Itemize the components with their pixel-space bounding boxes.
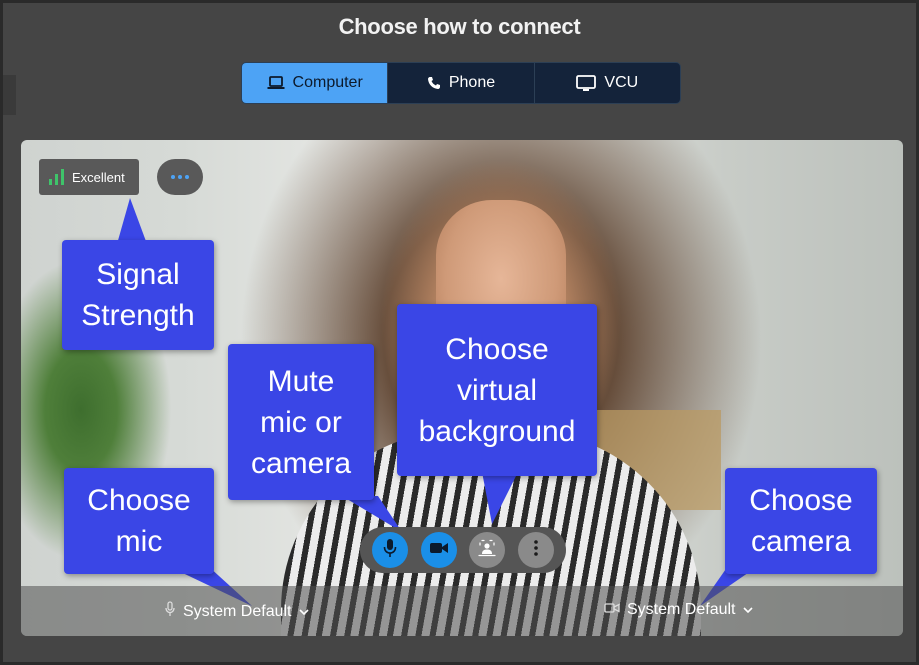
background-sliver <box>0 75 16 115</box>
monitor-icon <box>576 74 597 92</box>
virtual-callout-line3: background <box>418 414 576 448</box>
mic-callout-line1: Choose <box>87 484 191 517</box>
media-control-tray <box>360 527 566 573</box>
page-title: Choose how to connect <box>338 14 581 39</box>
signal-bars-icon <box>49 169 64 185</box>
mic-device-value: System Default <box>183 602 292 620</box>
tab-computer[interactable]: Computer <box>242 63 389 103</box>
laptop-icon <box>267 76 285 90</box>
mute-mic-button[interactable] <box>372 532 409 568</box>
signal-callout-line1: Signal <box>96 258 180 291</box>
mic-device-select[interactable]: System Default <box>164 601 310 622</box>
choose-camera-callout: Choose camera <box>725 468 877 574</box>
camera-device-select[interactable]: System Default <box>604 601 754 619</box>
chevron-down-icon <box>742 601 754 619</box>
virtual-background-icon <box>478 539 496 562</box>
device-selection-bar <box>21 586 903 636</box>
more-dots-icon[interactable] <box>157 159 203 195</box>
microphone-icon <box>383 538 397 563</box>
vertical-dots-icon <box>533 539 539 562</box>
video-camera-icon <box>429 541 449 560</box>
signal-strength-badge[interactable]: Excellent <box>39 159 139 195</box>
camera-icon <box>604 601 620 619</box>
virtual-callout-line1: Choose <box>445 332 549 366</box>
tab-computer-label: Computer <box>292 74 363 91</box>
tab-vcu-label: VCU <box>604 74 639 91</box>
camera-callout-line1: Choose <box>749 484 853 517</box>
mute-callout-line3: camera <box>250 446 352 480</box>
tab-phone[interactable]: Phone <box>388 63 535 103</box>
connection-tabs: Computer Phone VCU <box>241 62 681 104</box>
virtual-background-button[interactable] <box>469 532 506 568</box>
mute-callout-line1: Mute <box>267 364 335 398</box>
mute-callout: Mute mic or camera <box>228 344 374 500</box>
tab-vcu[interactable]: VCU <box>535 63 680 103</box>
signal-strength-callout: Signal Strength <box>62 240 214 350</box>
virtual-callout-tail <box>482 472 518 524</box>
camera-callout-line2: camera <box>750 525 852 558</box>
signal-strength-label: Excellent <box>72 169 125 185</box>
virtual-callout-line2: virtual <box>456 373 537 407</box>
phone-icon <box>427 76 441 90</box>
signal-callout-tail <box>117 198 147 244</box>
microphone-icon <box>164 601 176 622</box>
mute-callout-line2: mic or <box>260 405 342 439</box>
tab-phone-label: Phone <box>448 74 496 91</box>
virtual-background-callout: Choose virtual background <box>397 304 597 476</box>
more-options-button[interactable] <box>517 532 554 568</box>
camera-device-value: System Default <box>627 601 736 618</box>
chevron-down-icon <box>298 603 310 621</box>
mute-camera-button[interactable] <box>420 532 457 568</box>
signal-callout-line2: Strength <box>81 299 195 332</box>
mic-callout-line2: mic <box>115 525 163 558</box>
choose-mic-callout: Choose mic <box>64 468 214 574</box>
